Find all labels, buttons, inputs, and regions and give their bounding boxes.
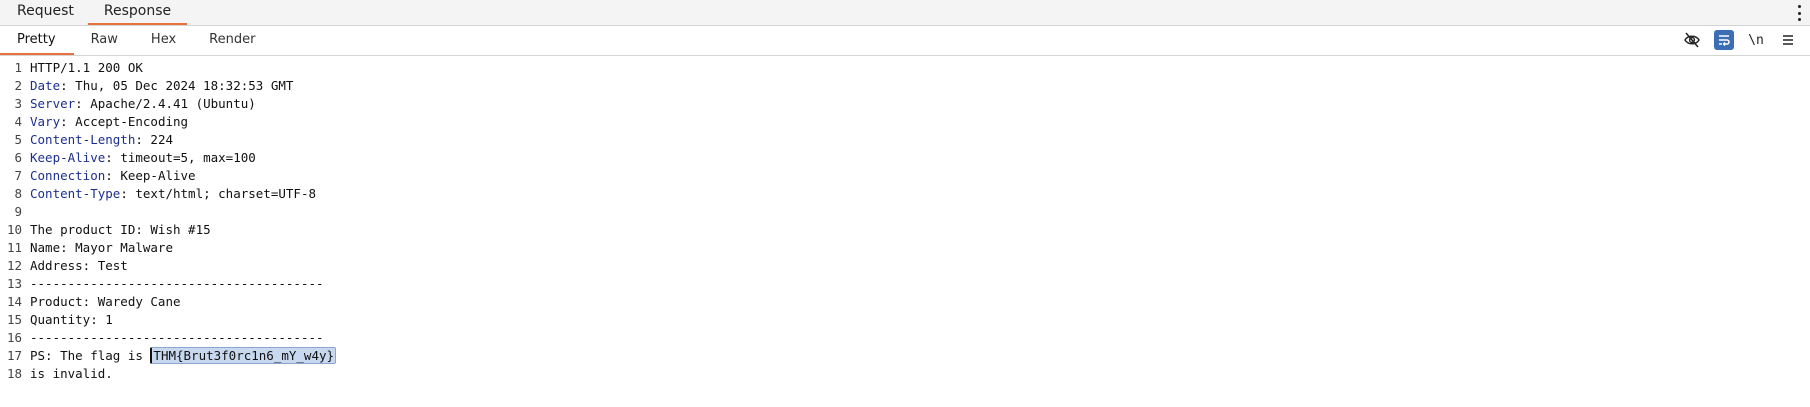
header-value: HTTP/1.1 200 OK (30, 60, 143, 75)
header-name: Keep-Alive (30, 150, 106, 165)
line-number: 2 (14, 78, 22, 93)
word-wrap-icon[interactable] (1714, 30, 1734, 50)
header-value: Keep-Alive (120, 168, 196, 183)
header-separator: : (60, 78, 76, 93)
header-value: timeout=5, max=100 (120, 150, 256, 165)
header-value: text/html; charset=UTF-8 (135, 186, 316, 201)
header-value: Thu, 05 Dec 2024 18:32:53 GMT (75, 78, 294, 93)
body-text: PS: The flag is (30, 348, 151, 363)
line-number: 15 (6, 312, 22, 327)
response-line: 10 The product ID: Wish #15 (0, 221, 1810, 239)
response-line: 11 Name: Mayor Malware (0, 239, 1810, 257)
header-separator: : (75, 96, 91, 111)
header-name: Connection (30, 168, 106, 183)
view-toolbar: \n (1682, 30, 1798, 50)
top-tab-bar: Request Response (0, 0, 1810, 26)
body-text: Name: Mayor Malware (30, 240, 173, 255)
response-line: 12 Address: Test (0, 257, 1810, 275)
body-text: --------------------------------------- (30, 330, 324, 345)
line-number: 11 (6, 240, 22, 255)
response-line: 17 PS: The flag is THM{Brut3f0rc1n6_mY_w… (0, 347, 1810, 365)
response-line: 15 Quantity: 1 (0, 311, 1810, 329)
line-number: 7 (14, 168, 22, 183)
header-separator: : (105, 150, 121, 165)
newline-toggle[interactable]: \n (1746, 30, 1766, 50)
line-number: 12 (6, 258, 22, 273)
response-line: 2 Date: Thu, 05 Dec 2024 18:32:53 GMT (0, 77, 1810, 95)
response-line: 5 Content-Length: 224 (0, 131, 1810, 149)
response-line: 7 Connection: Keep-Alive (0, 167, 1810, 185)
header-separator: : (120, 186, 136, 201)
response-line: 18 is invalid. (0, 365, 1810, 383)
response-line: 14 Product: Waredy Cane (0, 293, 1810, 311)
response-line: 4 Vary: Accept-Encoding (0, 113, 1810, 131)
tab-raw[interactable]: Raw (74, 27, 134, 55)
line-number: 1 (14, 60, 22, 75)
response-line: 16 -------------------------------------… (0, 329, 1810, 347)
header-name: Date (30, 78, 61, 93)
line-number: 14 (6, 294, 22, 309)
response-line: 3 Server: Apache/2.4.41 (Ubuntu) (0, 95, 1810, 113)
line-number: 10 (6, 222, 22, 237)
response-line: 6 Keep-Alive: timeout=5, max=100 (0, 149, 1810, 167)
tab-response[interactable]: Response (87, 1, 188, 25)
body-text: --------------------------------------- (30, 276, 324, 291)
response-line: 9 (0, 203, 1810, 221)
response-line: 1 HTTP/1.1 200 OK (0, 59, 1810, 77)
header-value: Apache/2.4.41 (Ubuntu) (90, 96, 256, 111)
body-text: The product ID: Wish #15 (30, 222, 211, 237)
hamburger-menu-icon[interactable] (1778, 30, 1798, 50)
response-line: 13 -------------------------------------… (0, 275, 1810, 293)
header-name: Vary (30, 114, 61, 129)
line-number: 18 (6, 366, 22, 381)
response-line: 8 Content-Type: text/html; charset=UTF-8 (0, 185, 1810, 203)
eye-slash-icon[interactable] (1682, 30, 1702, 50)
header-value: Accept-Encoding (75, 114, 189, 129)
line-number: 4 (14, 114, 22, 129)
header-name: Content-Type (30, 186, 121, 201)
header-separator: : (105, 168, 121, 183)
body-text: Quantity: 1 (30, 312, 113, 327)
header-value: 224 (150, 132, 173, 147)
header-separator: : (135, 132, 151, 147)
header-name: Server (30, 96, 76, 111)
header-separator: : (60, 114, 76, 129)
body-text: is invalid. (30, 366, 113, 381)
line-number: 6 (14, 150, 22, 165)
line-number: 8 (14, 186, 22, 201)
view-tab-bar: Pretty Raw Hex Render \n (0, 26, 1810, 56)
tab-render[interactable]: Render (192, 27, 271, 55)
more-options-icon[interactable] (1796, 5, 1802, 21)
body-text: Product: Waredy Cane (30, 294, 181, 309)
line-number: 5 (14, 132, 22, 147)
line-number: 9 (14, 204, 22, 219)
response-editor[interactable]: 1 HTTP/1.1 200 OK 2 Date: Thu, 05 Dec 20… (0, 56, 1810, 383)
tab-hex[interactable]: Hex (134, 27, 192, 55)
line-number: 17 (6, 348, 22, 363)
body-text: Address: Test (30, 258, 128, 273)
header-name: Content-Length (30, 132, 136, 147)
selected-flag-text[interactable]: THM{Brut3f0rc1n6_mY_w4y} (150, 347, 337, 364)
tab-request[interactable]: Request (0, 1, 88, 25)
line-number: 3 (14, 96, 22, 111)
line-number: 13 (6, 276, 22, 291)
line-number: 16 (6, 330, 22, 345)
tab-pretty[interactable]: Pretty (0, 27, 74, 55)
